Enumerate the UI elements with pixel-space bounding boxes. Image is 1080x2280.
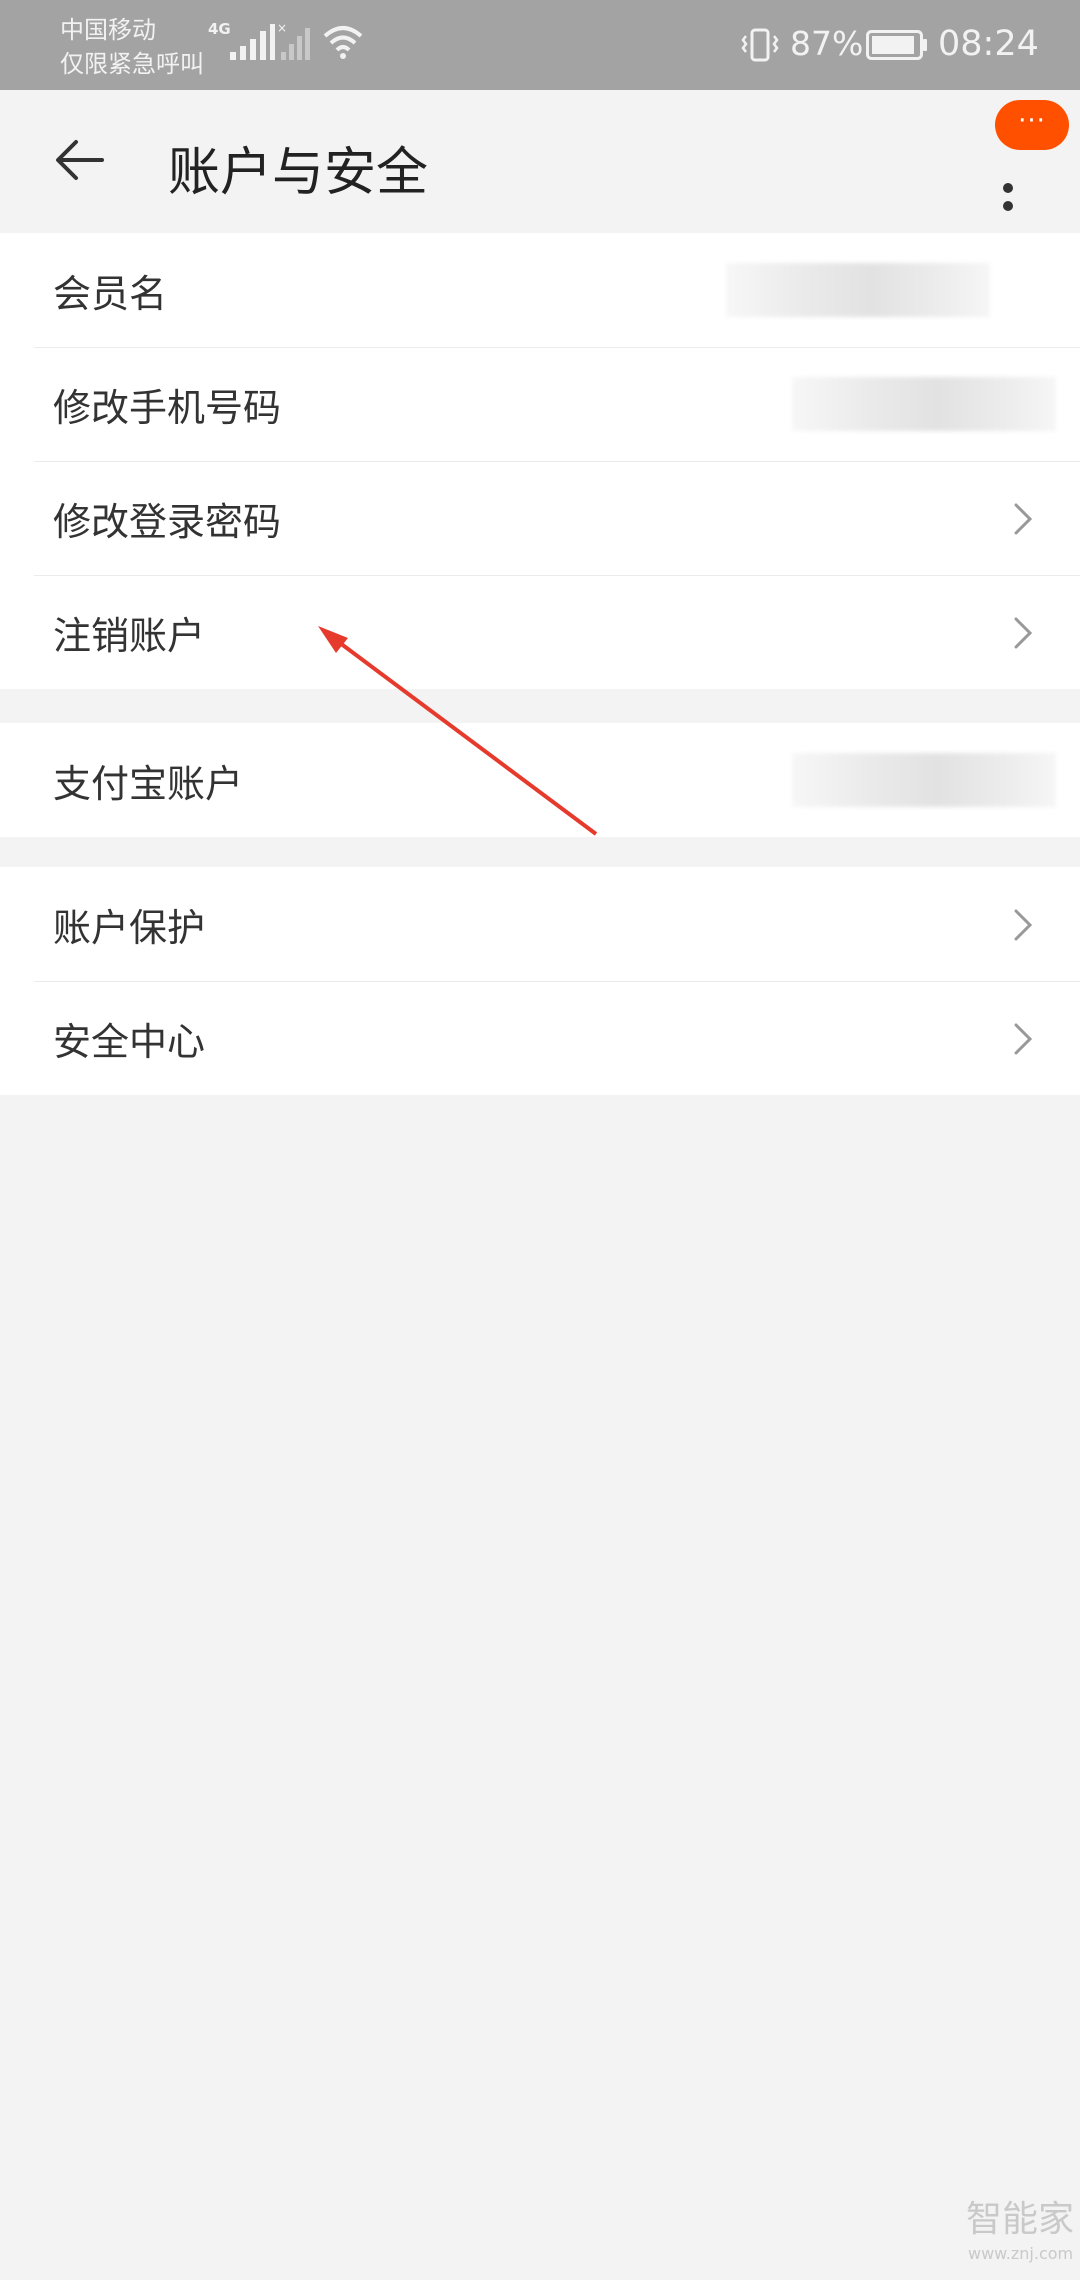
- clock: 08:24: [938, 24, 1039, 64]
- list-item-label: 修改登录密码: [53, 499, 282, 544]
- list-item-label: 注销账户: [53, 613, 206, 658]
- alipay-group: 支付宝账户: [0, 723, 1080, 837]
- svg-text:×: ×: [277, 22, 287, 35]
- list-item-security-center[interactable]: 安全中心: [0, 981, 1080, 1095]
- signal-icon: [230, 24, 275, 60]
- carrier-name: 中国移动: [60, 16, 156, 44]
- page-title: 账户与安全: [168, 143, 429, 203]
- list-item-label: 修改手机号码: [53, 385, 282, 430]
- list-item-label: 支付宝账户: [53, 761, 244, 806]
- blurred-value: [726, 263, 990, 317]
- chevron-right-icon: [1014, 1023, 1033, 1055]
- watermark-url: www.znj.com: [968, 2244, 1074, 2263]
- carrier-info: 中国移动 仅限紧急呼叫: [60, 13, 204, 81]
- message-badge-button[interactable]: ···: [995, 100, 1069, 150]
- signal-no-sim-icon: ×: [277, 22, 310, 60]
- watermark-logo: 智能家: [966, 2199, 1075, 2240]
- status-bar: 中国移动 仅限紧急呼叫 4G × 87% 08:24: [0, 0, 1080, 90]
- blurred-value: [792, 753, 1056, 807]
- more-options-icon[interactable]: [990, 140, 1026, 230]
- vibrate-icon: [741, 28, 779, 62]
- back-arrow-icon[interactable]: [52, 132, 108, 188]
- blurred-value: [792, 377, 1056, 431]
- list-item-change-phone[interactable]: 修改手机号码: [0, 347, 1080, 461]
- chevron-right-icon: [1014, 617, 1033, 649]
- list-item-alipay-account[interactable]: 支付宝账户: [0, 723, 1080, 837]
- chevron-right-icon: [1014, 909, 1033, 941]
- chevron-right-icon: [1014, 503, 1033, 535]
- list-item-label: 安全中心: [53, 1019, 206, 1064]
- list-item-label: 账户保护: [53, 905, 206, 950]
- security-group: 账户保护 安全中心: [0, 867, 1080, 1095]
- nav-header: 账户与安全: [0, 90, 1080, 233]
- list-item-member-name[interactable]: 会员名: [0, 233, 1080, 347]
- list-item-close-account[interactable]: 注销账户: [0, 575, 1080, 689]
- battery-percent: 87%: [790, 24, 864, 63]
- list-item-label: 会员名: [53, 271, 168, 316]
- carrier-status: 仅限紧急呼叫: [60, 50, 204, 78]
- list-item-change-password[interactable]: 修改登录密码: [0, 461, 1080, 575]
- list-item-account-protection[interactable]: 账户保护: [0, 867, 1080, 981]
- battery-icon: [866, 30, 927, 60]
- wifi-icon: [323, 26, 363, 59]
- account-settings-group: 会员名 修改手机号码 修改登录密码 注销账户: [0, 233, 1080, 689]
